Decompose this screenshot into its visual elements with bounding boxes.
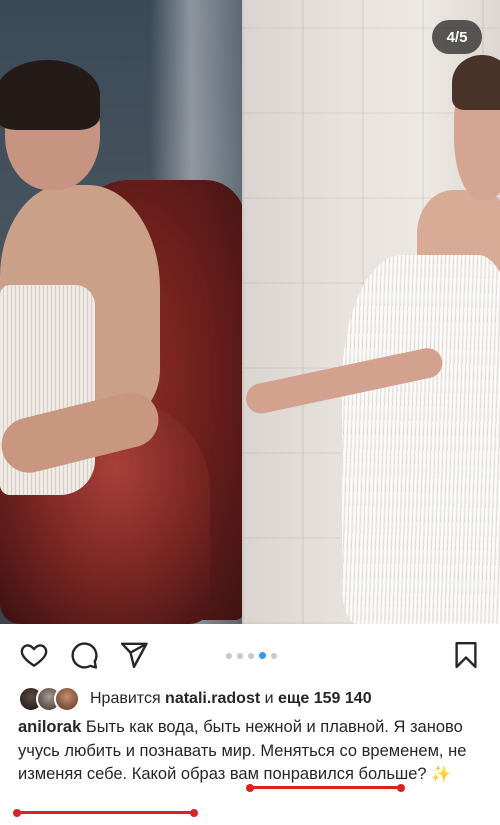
likes-count[interactable]: еще 159 140	[278, 690, 372, 707]
carousel-image-right	[242, 0, 500, 624]
highlight-mark	[17, 811, 195, 814]
carousel-dot	[226, 652, 232, 659]
likes-middle: и	[260, 690, 279, 707]
likes-row[interactable]: Нравится natali.radost и еще 159 140	[18, 685, 372, 713]
caption-question: Какой образ вам понравился больше?	[131, 765, 427, 783]
sparkles-emoji: ✨	[431, 766, 452, 783]
comment-bubble-icon[interactable]	[67, 638, 101, 672]
carousel-dot	[237, 652, 243, 659]
carousel-dot	[271, 652, 277, 659]
carousel-indicator	[226, 652, 277, 659]
avatar	[54, 686, 80, 712]
carousel-counter-badge: 4/5	[432, 20, 482, 54]
highlight-mark-end	[13, 809, 21, 817]
paper-plane-icon[interactable]	[117, 638, 151, 672]
carousel-image-left	[0, 0, 242, 624]
highlight-mark	[250, 786, 403, 789]
bookmark-icon[interactable]	[449, 638, 483, 672]
post-action-bar	[0, 630, 500, 680]
liker-username[interactable]: natali.radost	[165, 690, 260, 707]
post-caption: anilorak Быть как вода, быть нежной и пл…	[18, 716, 484, 787]
carousel-dot-active	[259, 652, 266, 659]
post-carousel[interactable]: 4/5	[0, 0, 500, 624]
likes-prefix: Нравится	[90, 690, 166, 707]
highlight-mark-end	[397, 784, 405, 792]
likes-text: Нравится natali.radost и еще 159 140	[90, 690, 372, 708]
heart-icon[interactable]	[17, 638, 51, 672]
highlight-mark-end	[246, 784, 254, 792]
liker-avatars	[18, 686, 80, 712]
carousel-dot	[248, 652, 254, 659]
highlight-mark-end	[190, 809, 198, 817]
caption-username[interactable]: anilorak	[18, 718, 81, 736]
